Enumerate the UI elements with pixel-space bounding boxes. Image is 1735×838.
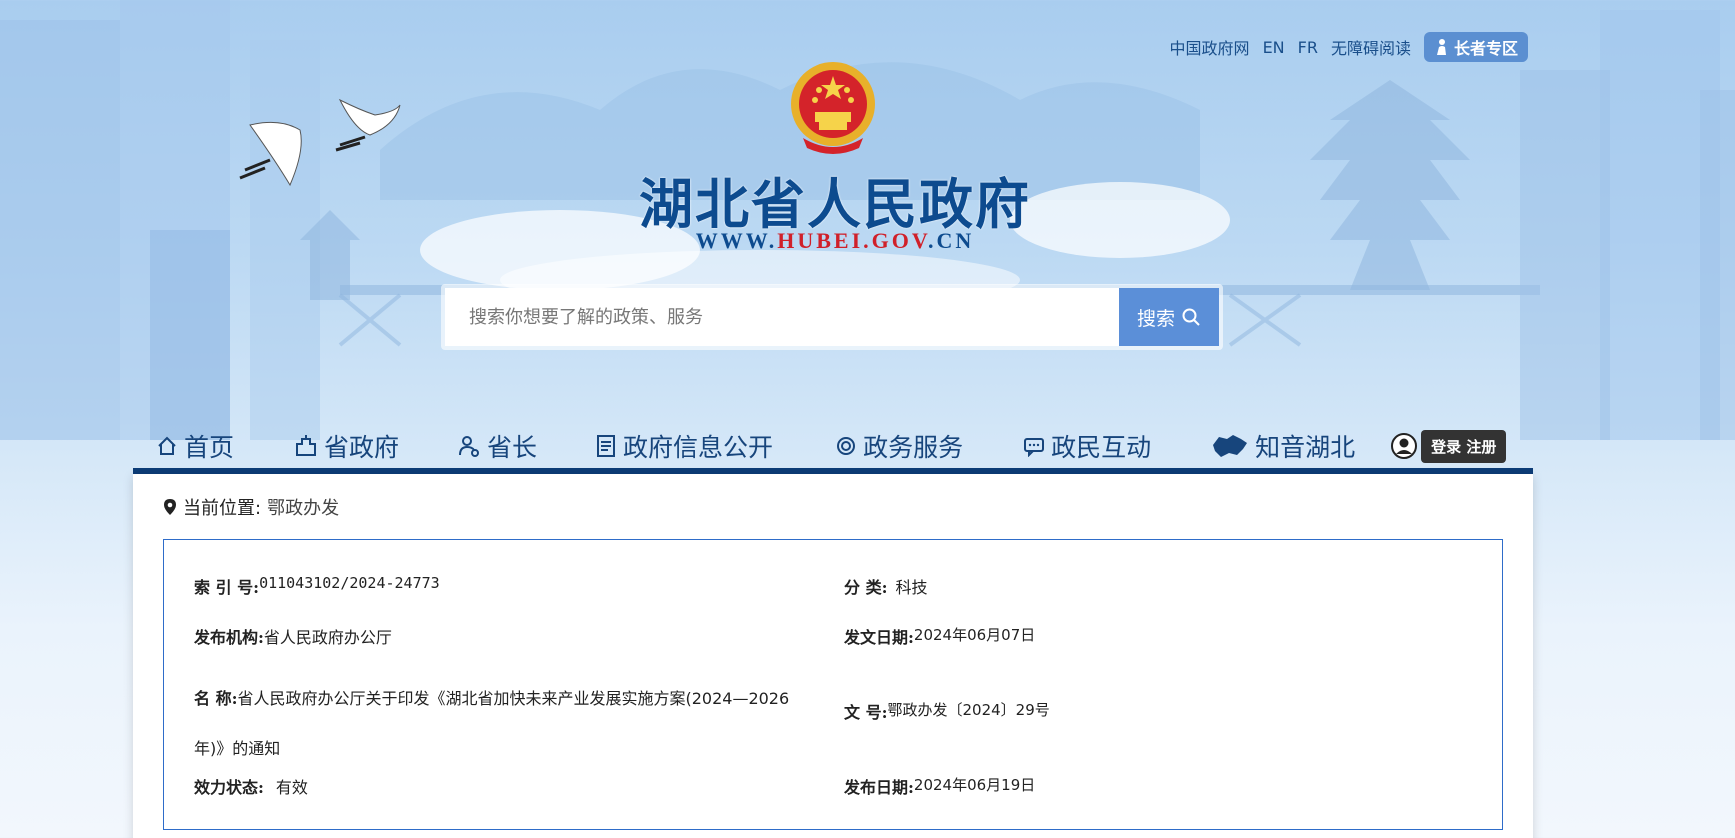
document-meta-box: 索 引 号: 011043102/2024-24773 分 类: 科技 发布机构… xyxy=(163,539,1503,830)
meta-key: 名 称: xyxy=(194,689,238,708)
meta-index-number: 索 引 号: 011043102/2024-24773 xyxy=(194,574,440,598)
meta-value: 2024年06月19日 xyxy=(913,776,1036,794)
login-register-button[interactable]: 登录 注册 xyxy=(1421,429,1507,463)
site-url: WWW.HUBEI.GOV.CN xyxy=(620,228,1050,254)
meta-category: 分 类: 科技 xyxy=(844,574,928,598)
service-icon xyxy=(837,437,856,455)
nav-item-label: 知音湖北 xyxy=(1255,433,1356,462)
location-pin-icon xyxy=(164,499,176,515)
meta-key: 分 类: xyxy=(844,578,888,597)
meta-key: 文 号: xyxy=(844,703,888,722)
nav-item-province-gov[interactable]: 省政府 xyxy=(294,428,399,464)
meta-value: 科技 xyxy=(895,578,928,597)
home-icon xyxy=(158,436,176,455)
nav-item-label: 省政府 xyxy=(324,433,400,462)
meta-title: 名 称:省人民政府办公厅关于印发《湖北省加快未来产业发展实施方案(2024—20… xyxy=(194,674,804,774)
nav-item-label: 政府信息公开 xyxy=(623,433,774,462)
elder-zone-button[interactable]: 长者专区 xyxy=(1423,32,1528,62)
elder-zone-label: 长者专区 xyxy=(1453,39,1518,58)
meta-publisher: 发布机构: 省人民政府办公厅 xyxy=(194,624,392,648)
meta-document-number: 文 号: 鄂政办发〔2024〕29号 xyxy=(844,699,1050,723)
meta-value: 省人民政府办公厅关于印发《湖北省加快未来产业发展实施方案(2024—2026年)… xyxy=(194,689,790,758)
chat-icon xyxy=(1024,438,1045,457)
nav-item-zhiyin-hubei[interactable]: 知音湖北 xyxy=(1211,428,1355,464)
hubei-map-icon xyxy=(1213,435,1248,457)
link-french[interactable]: FR xyxy=(1298,38,1318,57)
meta-value: 011043102/2024-24773 xyxy=(259,574,440,592)
nav-item-label: 省长 xyxy=(487,433,538,462)
meta-key: 索 引 号: xyxy=(194,578,260,597)
person-icon xyxy=(459,436,480,457)
meta-key: 发布日期: xyxy=(844,778,914,797)
site-url-prefix: WWW. xyxy=(695,228,778,253)
link-accessibility[interactable]: 无障碍阅读 xyxy=(1331,35,1411,59)
meta-release-date: 发布日期: 2024年06月19日 xyxy=(844,774,1035,798)
document-icon xyxy=(597,435,616,457)
meta-value: 有效 xyxy=(275,778,308,797)
search-input[interactable] xyxy=(445,288,1119,346)
breadcrumb-label: 当前位置: xyxy=(183,498,262,519)
search-bar: 搜索 xyxy=(441,284,1223,350)
nav-item-info-disclosure[interactable]: 政府信息公开 xyxy=(595,428,773,464)
meta-value: 省人民政府办公厅 xyxy=(263,628,392,647)
meta-issue-date: 发文日期: 2024年06月07日 xyxy=(844,624,1035,648)
meta-validity-status: 效力状态: 有效 xyxy=(194,774,308,798)
meta-key: 发布机构: xyxy=(194,628,264,647)
elder-person-icon xyxy=(1436,39,1446,55)
nav-item-home[interactable]: 首页 xyxy=(156,428,234,464)
meta-value: 鄂政办发〔2024〕29号 xyxy=(887,701,1050,719)
nav-item-label: 政务服务 xyxy=(863,433,964,462)
main-nav: 首页 省政府 省长 政府信息公开 政务服务 政民互动 知音湖北 登录 注册 xyxy=(133,418,1533,474)
nav-item-gov-services[interactable]: 政务服务 xyxy=(835,428,963,464)
link-china-gov[interactable]: 中国政府网 xyxy=(1170,35,1250,59)
search-button[interactable]: 搜索 xyxy=(1119,288,1219,346)
nav-item-label: 政民互动 xyxy=(1051,433,1152,462)
building-icon xyxy=(296,435,317,456)
link-english[interactable]: EN xyxy=(1263,38,1285,57)
top-links-bar: 中国政府网 EN FR 无障碍阅读 长者专区 xyxy=(1170,32,1528,62)
nav-item-governor[interactable]: 省长 xyxy=(457,428,537,464)
nav-item-interaction[interactable]: 政民互动 xyxy=(1023,428,1151,464)
site-url-domain: HUBEI.GOV xyxy=(777,228,928,253)
user-avatar-icon xyxy=(1391,433,1418,459)
breadcrumb: 当前位置: 鄂政办发 xyxy=(163,494,339,520)
search-icon xyxy=(1182,308,1200,326)
meta-key: 发文日期: xyxy=(844,628,914,647)
meta-key: 效力状态: xyxy=(194,778,264,797)
breadcrumb-current[interactable]: 鄂政办发 xyxy=(267,494,339,520)
site-url-suffix: .CN xyxy=(927,228,975,253)
meta-value: 2024年06月07日 xyxy=(913,626,1036,644)
search-button-label: 搜索 xyxy=(1136,307,1175,330)
login-area: 登录 注册 xyxy=(1391,429,1507,463)
national-emblem-logo xyxy=(791,62,875,154)
content-panel: 当前位置: 鄂政办发 索 引 号: 011043102/2024-24773 分… xyxy=(133,474,1533,838)
nav-item-label: 首页 xyxy=(184,433,235,462)
